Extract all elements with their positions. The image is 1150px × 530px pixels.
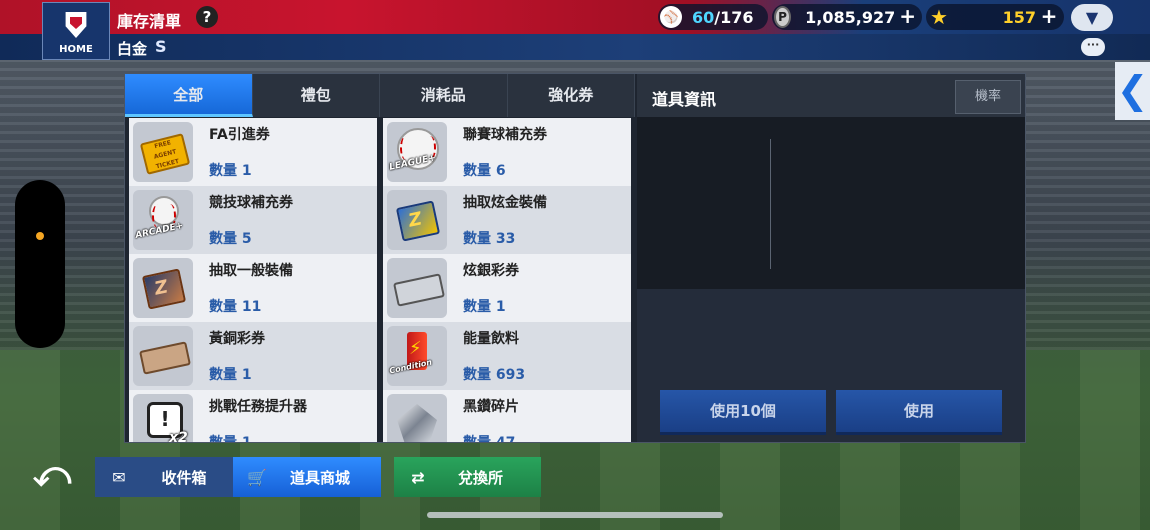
item-thumbnail: LEAGUE+: [387, 122, 447, 182]
stamina-counter: ⚾ 60/176: [658, 4, 768, 30]
item-quantity: 數量 5: [209, 231, 252, 247]
list-item[interactable]: ! x2 挑戰任務提升器 數量 1: [129, 390, 377, 442]
exchange-button[interactable]: ⇄ 兌換所: [394, 457, 541, 497]
item-quantity: 數量 1: [463, 299, 506, 315]
lightning-icon: ⚡: [409, 338, 422, 359]
item-thumbnail: [387, 258, 447, 318]
use-10-button[interactable]: 使用10個: [660, 390, 826, 435]
item-thumbnail: Z: [387, 190, 447, 250]
chevron-down-icon[interactable]: ▼: [1071, 4, 1113, 31]
list-item[interactable]: 炫銀彩券 數量 1: [383, 254, 631, 322]
list-item[interactable]: 黑鑽碎片 數量 47: [383, 390, 631, 442]
list-item[interactable]: LEAGUE+ 聯賽球補充券 數量 6: [383, 118, 631, 186]
item-thumbnail: [387, 394, 447, 442]
info-actions: 使用10個 使用: [637, 289, 1025, 442]
list-item[interactable]: Z 抽取一般裝備 數量 11: [129, 254, 377, 322]
inventory-panel: 全部 禮包 消耗品 強化券 FREE AGENT TICKET FA引進券 數量…: [124, 73, 1026, 443]
item-thumbnail: ! x2: [133, 394, 193, 442]
info-title: 道具資訊: [652, 90, 717, 109]
points-value: 1,085,927: [805, 7, 896, 27]
category-tabs: 全部 禮包 消耗品 強化券: [125, 74, 635, 117]
bronze-card-icon: Z: [141, 268, 187, 310]
star-icon: ★: [930, 5, 948, 29]
home-indicator[interactable]: [427, 512, 723, 518]
ticket-icon: FREE AGENT TICKET: [139, 133, 191, 175]
item-quantity: 數量 1: [209, 367, 252, 383]
stamina-max: /176: [714, 7, 754, 27]
page-title: 庫存清單: [117, 12, 182, 31]
item-name: 抽取炫金裝備: [463, 195, 547, 211]
item-name: FA引進券: [209, 127, 270, 143]
list-item[interactable]: ⚡ Condition 能量飲料 數量 693: [383, 322, 631, 390]
item-list[interactable]: FREE AGENT TICKET FA引進券 數量 1 LEAGUE+ 聯賽球…: [129, 118, 631, 442]
points-counter: P 1,085,927 +: [772, 4, 922, 30]
cart-icon: 🛒: [247, 467, 267, 487]
item-quantity: 數量 47: [463, 432, 515, 442]
item-name: 抽取一般裝備: [209, 263, 293, 279]
item-quantity: 數量 11: [209, 299, 262, 315]
silver-ticket-icon: [393, 273, 445, 307]
chat-icon[interactable]: ···: [1081, 38, 1105, 56]
use-button[interactable]: 使用: [836, 390, 1002, 435]
exchange-arrows-icon: ⇄: [411, 467, 425, 487]
add-stars-button[interactable]: +: [1040, 6, 1058, 26]
item-thumbnail: ARCADE+: [133, 190, 193, 250]
mailbox-label: 收件箱: [161, 468, 207, 487]
back-arrow-icon[interactable]: ⤺: [30, 455, 74, 495]
tier-label: 白金: [117, 40, 148, 58]
divider: [770, 139, 771, 269]
item-shop-button[interactable]: 🛒 道具商城: [233, 457, 381, 497]
item-shop-label: 道具商城: [289, 468, 350, 487]
item-name: 黑鑽碎片: [463, 399, 519, 415]
item-name: 炫銀彩券: [463, 263, 519, 279]
list-item[interactable]: ARCADE+ 競技球補充券 數量 5: [129, 186, 377, 254]
home-plate-icon: [65, 12, 87, 38]
add-points-button[interactable]: +: [899, 6, 916, 26]
tab-enhance-tickets[interactable]: 強化券: [508, 74, 635, 117]
item-thumbnail: ⚡ Condition: [387, 326, 447, 386]
item-name: 聯賽球補充券: [463, 127, 547, 143]
item-quantity: 數量 1: [209, 163, 252, 179]
envelope-icon: ✉: [112, 467, 126, 487]
item-thumbnail: Z: [133, 258, 193, 318]
indicator-dot: [36, 232, 44, 240]
item-quantity: 數量 33: [463, 231, 516, 247]
item-quantity: 數量 693: [463, 367, 526, 383]
tab-all[interactable]: 全部: [125, 74, 253, 117]
exchange-label: 兌換所: [457, 468, 503, 487]
item-quantity: 數量 6: [463, 163, 506, 179]
list-item[interactable]: Z 抽取炫金裝備 數量 33: [383, 186, 631, 254]
list-item[interactable]: FREE AGENT TICKET FA引進券 數量 1: [129, 118, 377, 186]
stamina-current: 60: [692, 7, 715, 27]
item-info-pane: 道具資訊 機率 使用10個 使用: [637, 74, 1025, 442]
diamond-icon: [397, 404, 437, 442]
list-item[interactable]: 黃銅彩券 數量 1: [129, 322, 377, 390]
gold-card-icon: Z: [395, 200, 441, 242]
tab-consumables[interactable]: 消耗品: [380, 74, 508, 117]
item-thumbnail: [133, 326, 193, 386]
stars-counter: ★ 157 +: [926, 4, 1064, 30]
side-handle[interactable]: [15, 180, 65, 348]
item-name: 競技球補充券: [209, 195, 293, 211]
help-icon[interactable]: ?: [196, 6, 218, 28]
bronze-ticket-icon: [139, 341, 191, 375]
chevron-left-icon[interactable]: ❮: [1115, 62, 1150, 120]
probability-button[interactable]: 機率: [955, 80, 1021, 114]
home-label: HOME: [59, 44, 93, 55]
item-name: 黃銅彩券: [209, 331, 265, 347]
item-thumbnail: FREE AGENT TICKET: [133, 122, 193, 182]
multiplier-label: x2: [169, 430, 188, 442]
tab-packages[interactable]: 禮包: [253, 74, 380, 117]
info-header: 道具資訊 機率: [637, 74, 1025, 117]
stars-value: 157: [1002, 7, 1036, 27]
item-name: 挑戰任務提升器: [209, 399, 307, 415]
home-button[interactable]: HOME: [42, 2, 110, 60]
mailbox-button[interactable]: ✉ 收件箱: [95, 457, 247, 497]
baseball-icon: ⚾: [660, 6, 682, 28]
item-quantity: 數量 1: [209, 432, 252, 442]
sub-bar: [0, 34, 1150, 60]
tier-badge: S: [155, 37, 167, 56]
points-icon: P: [774, 6, 792, 28]
item-name: 能量飲料: [463, 331, 519, 347]
